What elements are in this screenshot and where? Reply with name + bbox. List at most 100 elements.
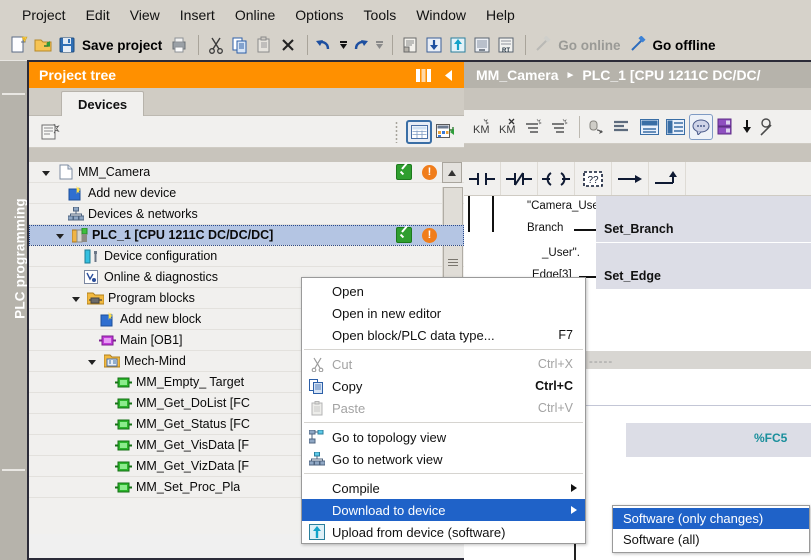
tia-portal-window: Project Edit View Insert Online Options … (0, 0, 811, 560)
empty-box-icon[interactable]: ?? (575, 162, 612, 195)
columns-icon[interactable] (414, 66, 432, 84)
vertical-task-card-plc-programming[interactable]: PLC programming (0, 60, 27, 560)
breadcrumb-item-project[interactable]: MM_Camera (476, 67, 558, 83)
collapse-all-icon[interactable] (522, 114, 546, 140)
block-folder-icon (103, 353, 120, 369)
show-comments-icon[interactable] (611, 114, 635, 140)
fc-block-icon (115, 395, 132, 411)
undo-dropdown-icon[interactable] (338, 34, 348, 56)
submenu-item-software-only-changes[interactable]: Software (only changes) (613, 508, 809, 529)
tree-row-add-new-device[interactable]: Add new device (29, 183, 464, 204)
context-menu-item-go-to-network-view[interactable]: Go to network view (302, 448, 585, 470)
save-project-label[interactable]: Save project (82, 38, 162, 53)
delete-network-icon[interactable]: KM (496, 114, 520, 140)
go-offline-icon[interactable] (627, 34, 649, 56)
open-project-icon[interactable] (32, 34, 54, 56)
tree-row-label: MM_Get_VizData [F (136, 459, 249, 473)
redo-dropdown-icon[interactable] (374, 34, 384, 56)
save-icon[interactable] (56, 34, 78, 56)
new-project-icon[interactable] (8, 34, 30, 56)
start-simulation-icon[interactable] (471, 34, 493, 56)
context-menu-item-compile[interactable]: Compile (302, 477, 585, 499)
menu-item-shortcut: Ctrl+V (538, 401, 585, 415)
context-menu-item-open-in-new-editor[interactable]: Open in new editor (302, 302, 585, 324)
rung-2-coil-label: Set_Edge (604, 269, 661, 283)
tree-row-label: PLC_1 [CPU 1211C DC/DC/DC] (92, 228, 273, 242)
cut-icon[interactable] (205, 34, 227, 56)
copy-icon (306, 377, 328, 395)
start-runtime-icon[interactable]: RT (495, 34, 517, 56)
menu-item-label: Upload from device (software) (332, 525, 573, 540)
open-branch-icon[interactable] (649, 162, 686, 195)
tab-devices[interactable]: Devices (61, 91, 144, 116)
menu-item-shortcut: Ctrl+X (538, 357, 585, 371)
editor-toolbar: KM KM (464, 110, 811, 144)
context-menu-item-download-to-device[interactable]: Download to device (302, 499, 585, 521)
print-icon[interactable] (168, 34, 190, 56)
tree-row-device-configuration[interactable]: Device configuration (29, 246, 464, 267)
status-ok-icon (396, 227, 412, 243)
show-balloon-comments-icon[interactable] (689, 114, 713, 140)
absolute-relative-operands-icon[interactable] (585, 114, 609, 140)
menu-help[interactable]: Help (476, 4, 525, 26)
menu-project[interactable]: Project (12, 4, 76, 26)
paste-icon[interactable] (253, 34, 275, 56)
menu-online[interactable]: Online (225, 4, 285, 26)
download-to-device-icon[interactable] (423, 34, 445, 56)
submenu-item-software-all[interactable]: Software (all) (613, 529, 809, 550)
breadcrumb-item-plc[interactable]: PLC_1 [CPU 1211C DC/DC/ (582, 67, 760, 83)
ladder-element-toolbar: ?? (464, 162, 811, 196)
copy-icon[interactable] (229, 34, 251, 56)
menu-tools[interactable]: Tools (354, 4, 407, 26)
context-menu-item-paste[interactable]: Paste Ctrl+V (302, 397, 585, 419)
go-offline-label[interactable]: Go offline (653, 38, 716, 53)
normally-open-contact-icon[interactable] (464, 162, 501, 195)
expander-icon[interactable] (43, 166, 55, 178)
jump-icon[interactable] (612, 162, 649, 195)
scroll-up-arrow-icon[interactable] (442, 162, 462, 183)
context-menu-item-open-block-plc-data-type[interactable]: Open block/PLC data type... F7 (302, 324, 585, 346)
monitor-symbols-icon[interactable] (715, 114, 739, 140)
detail-view-icon[interactable] (432, 120, 458, 144)
context-menu-item-copy[interactable]: Copy Ctrl+C (302, 375, 585, 397)
upload-symbols-icon[interactable] (755, 114, 779, 140)
menu-view[interactable]: View (120, 4, 170, 26)
context-menu-item-upload-from-device-software[interactable]: Upload from device (software) (302, 521, 585, 543)
tree-row-label: MM_Get_VisData [F (136, 438, 249, 452)
project-tree-title: Project tree (39, 67, 116, 83)
normally-closed-contact-icon[interactable] (501, 162, 538, 195)
expander-icon[interactable] (57, 229, 69, 241)
compile-icon[interactable] (399, 34, 421, 56)
context-menu-item-cut[interactable]: Cut Ctrl+X (302, 353, 585, 375)
project-tree-tabstrip: Devices (29, 88, 464, 116)
tree-row-label: Online & diagnostics (104, 270, 218, 284)
delete-x-icon[interactable] (277, 34, 299, 56)
context-menu: Open Open in new editor Open block/PLC d… (301, 277, 586, 544)
network-comments-icon[interactable] (637, 114, 661, 140)
tree-row-label: Main [OB1] (120, 333, 183, 347)
collapse-left-arrow-icon[interactable] (440, 66, 458, 84)
tree-row-devices-networks[interactable]: Devices & networks (29, 204, 464, 225)
tree-row-plc-1[interactable]: PLC_1 [CPU 1211C DC/DC/DC] ! (29, 225, 464, 246)
output-coil-icon[interactable] (538, 162, 575, 195)
expander-icon[interactable] (89, 355, 101, 367)
table-view-icon[interactable] (406, 120, 432, 144)
context-menu-item-open[interactable]: Open (302, 280, 585, 302)
tree-options-icon[interactable] (37, 120, 63, 144)
expander-icon[interactable] (73, 292, 85, 304)
blank-icon-slot (306, 326, 328, 344)
expand-all-icon[interactable] (548, 114, 572, 140)
context-menu-item-go-to-topology-view[interactable]: Go to topology view (302, 426, 585, 448)
insert-network-icon[interactable]: KM (470, 114, 494, 140)
tree-row-mm-camera[interactable]: MM_Camera ! (29, 162, 464, 183)
menu-edit[interactable]: Edit (76, 4, 120, 26)
menu-insert[interactable]: Insert (170, 4, 225, 26)
menu-window[interactable]: Window (406, 4, 476, 26)
redo-icon[interactable] (350, 34, 372, 56)
toolbar-separator-3 (392, 35, 393, 55)
undo-icon[interactable] (314, 34, 336, 56)
upload-from-device-icon[interactable] (447, 34, 469, 56)
menu-options[interactable]: Options (285, 4, 353, 26)
download-symbols-icon[interactable] (741, 114, 753, 140)
show-all-comments-icon[interactable] (663, 114, 687, 140)
